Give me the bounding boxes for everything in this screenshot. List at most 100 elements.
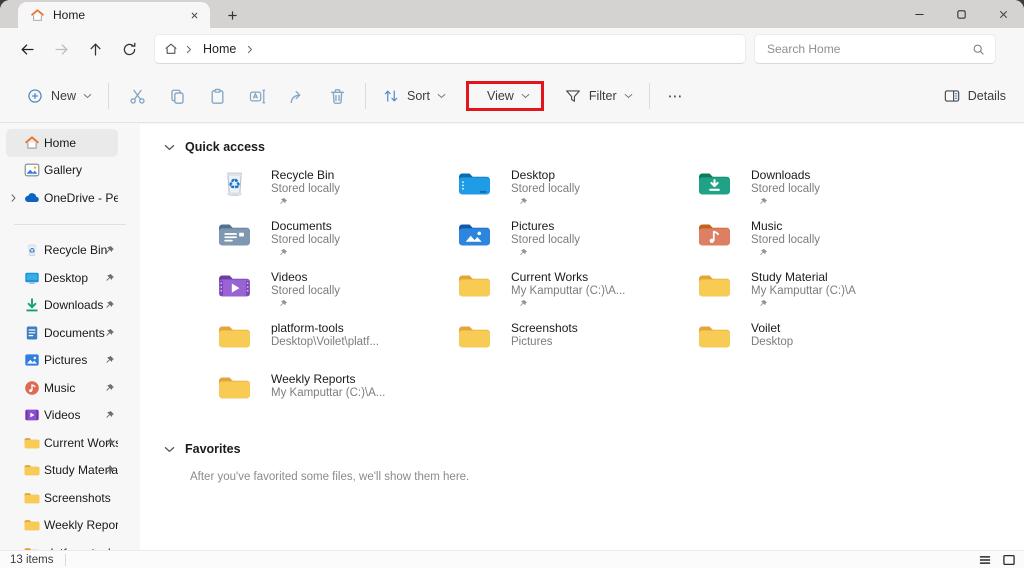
- bin-icon: ♻: [24, 242, 40, 258]
- chevron-down-icon[interactable]: [164, 446, 175, 453]
- item-subtitle: My Kamputtar (C:)\A...: [511, 284, 625, 298]
- sidebar-item-study-material[interactable]: Study Material: [6, 457, 118, 485]
- share-button[interactable]: [277, 78, 317, 114]
- pin-icon: [105, 438, 115, 448]
- back-button[interactable]: [10, 33, 44, 65]
- sidebar-item-desktop[interactable]: Desktop: [6, 264, 118, 292]
- quick-access-item-recycle-bin[interactable]: ♻Recycle BinStored locally: [218, 168, 458, 219]
- tab-close-icon[interactable]: [186, 7, 202, 23]
- search-icon: [972, 43, 985, 56]
- cut-button[interactable]: [117, 78, 157, 114]
- rename-button[interactable]: [237, 78, 277, 114]
- pin-icon: [105, 245, 115, 255]
- pin-icon: [105, 410, 115, 420]
- sbDownloads-icon: [24, 297, 40, 313]
- refresh-button[interactable]: [112, 33, 146, 65]
- filter-button[interactable]: Filter: [556, 81, 641, 111]
- item-text: Recycle BinStored locally: [271, 168, 340, 206]
- sidebar-item-onedrive-personal[interactable]: OneDrive - Personal: [6, 184, 118, 212]
- sidebar-item-current-works[interactable]: Current Works: [6, 429, 118, 457]
- sidebar-item-pictures[interactable]: Pictures: [6, 347, 118, 375]
- folder-icon: [218, 322, 251, 351]
- search-input[interactable]: [765, 41, 972, 57]
- more-options-button[interactable]: ⋯: [658, 87, 694, 105]
- sidebar-item-recycle-bin[interactable]: ♻Recycle Bin: [6, 237, 118, 265]
- view-button-highlighted[interactable]: View: [466, 81, 544, 111]
- item-count: 13 items: [10, 554, 53, 566]
- folder-icon: [24, 435, 40, 451]
- quick-access-item-music[interactable]: MusicStored locally: [698, 219, 938, 270]
- quick-access-item-documents[interactable]: DocumentsStored locally: [218, 219, 458, 270]
- search-box[interactable]: [754, 34, 996, 64]
- item-name: Desktop: [511, 168, 580, 182]
- home-icon: [24, 135, 40, 151]
- item-text: platform-toolsDesktop\Voilet\platf...: [271, 321, 379, 349]
- minimize-button[interactable]: [898, 0, 940, 28]
- chevron-right-icon[interactable]: [11, 193, 16, 202]
- chevron-right-icon[interactable]: [247, 45, 253, 54]
- quick-access-item-pictures[interactable]: PicturesStored locally: [458, 219, 698, 270]
- large-icons-view-toggle[interactable]: [1002, 553, 1016, 567]
- address-bar[interactable]: Home: [154, 34, 746, 64]
- folder-icon: [24, 462, 40, 478]
- up-button[interactable]: [78, 33, 112, 65]
- new-button[interactable]: New: [18, 81, 100, 111]
- sidebar-item-gallery[interactable]: Gallery: [6, 157, 118, 185]
- pin-icon: [759, 299, 856, 308]
- item-name: Recycle Bin: [271, 168, 340, 182]
- item-subtitle: My Kamputtar (C:)\A: [751, 284, 856, 298]
- pin-icon: [519, 299, 625, 308]
- tab-home[interactable]: Home: [18, 2, 210, 28]
- copy-button[interactable]: [157, 78, 197, 114]
- sidebar-item-videos[interactable]: Videos: [6, 402, 118, 430]
- pin-icon: [105, 465, 115, 475]
- sidebar-item-home[interactable]: Home: [6, 129, 118, 157]
- item-subtitle: Stored locally: [271, 182, 340, 196]
- quick-access-item-videos[interactable]: VideosStored locally: [218, 270, 458, 321]
- quick-access-item-downloads[interactable]: DownloadsStored locally: [698, 168, 938, 219]
- chevron-down-icon: [83, 93, 92, 99]
- item-subtitle: Stored locally: [511, 182, 580, 196]
- quick-access-header[interactable]: Quick access: [140, 124, 1024, 159]
- sidebar-item-downloads[interactable]: Downloads: [6, 292, 118, 320]
- gallery-icon: [24, 162, 40, 178]
- quick-access-item-current-works[interactable]: Current WorksMy Kamputtar (C:)\A...: [458, 270, 698, 321]
- breadcrumb-home[interactable]: Home: [199, 42, 240, 56]
- sidebar-list: HomeGalleryOneDrive - Personal ♻Recycle B…: [0, 129, 140, 550]
- downloadsFolder-icon: [698, 169, 731, 198]
- item-subtitle: Stored locally: [511, 233, 580, 247]
- forward-button[interactable]: [44, 33, 78, 65]
- sidebar-item-platform-tools[interactable]: platform-tools: [6, 539, 118, 550]
- item-subtitle: Stored locally: [271, 284, 340, 298]
- sidebar-item-music[interactable]: Music: [6, 374, 118, 402]
- close-button[interactable]: [982, 0, 1024, 28]
- details-view-toggle[interactable]: [978, 553, 992, 567]
- sort-button[interactable]: Sort: [374, 81, 454, 111]
- quick-access-item-screenshots[interactable]: ScreenshotsPictures: [458, 321, 698, 372]
- filter-label: Filter: [589, 89, 617, 103]
- maximize-button[interactable]: [940, 0, 982, 28]
- quick-access-item-study-material[interactable]: Study MaterialMy Kamputtar (C:)\A: [698, 270, 938, 321]
- sidebar-item-weekly-reports[interactable]: Weekly Reports: [6, 512, 118, 540]
- details-pane-button[interactable]: Details: [939, 81, 1010, 111]
- delete-button[interactable]: [317, 78, 357, 114]
- pin-icon: [279, 299, 340, 308]
- chevron-down-icon: [521, 93, 530, 99]
- item-subtitle: Stored locally: [271, 233, 340, 247]
- home-icon: [30, 8, 45, 23]
- favorites-header[interactable]: Favorites: [140, 426, 1024, 461]
- sidebar-item-label: Weekly Reports: [44, 518, 118, 532]
- quick-access-item-voilet[interactable]: VoiletDesktop: [698, 321, 938, 372]
- chevron-down-icon[interactable]: [164, 144, 175, 151]
- sidebar-divider: [14, 224, 126, 225]
- details-pane-icon: [943, 87, 961, 105]
- sidebar-item-documents[interactable]: Documents: [6, 319, 118, 347]
- new-tab-button[interactable]: [224, 7, 240, 23]
- quick-access-item-desktop[interactable]: DesktopStored locally: [458, 168, 698, 219]
- quick-access-item-platform-tools[interactable]: platform-toolsDesktop\Voilet\platf...: [218, 321, 458, 372]
- quick-access-item-weekly-reports[interactable]: Weekly ReportsMy Kamputtar (C:)\A...: [218, 372, 458, 423]
- paste-button[interactable]: [197, 78, 237, 114]
- details-label: Details: [968, 89, 1006, 103]
- breadcrumb-home-icon[interactable]: [163, 41, 179, 57]
- sidebar-item-screenshots[interactable]: Screenshots: [6, 484, 118, 512]
